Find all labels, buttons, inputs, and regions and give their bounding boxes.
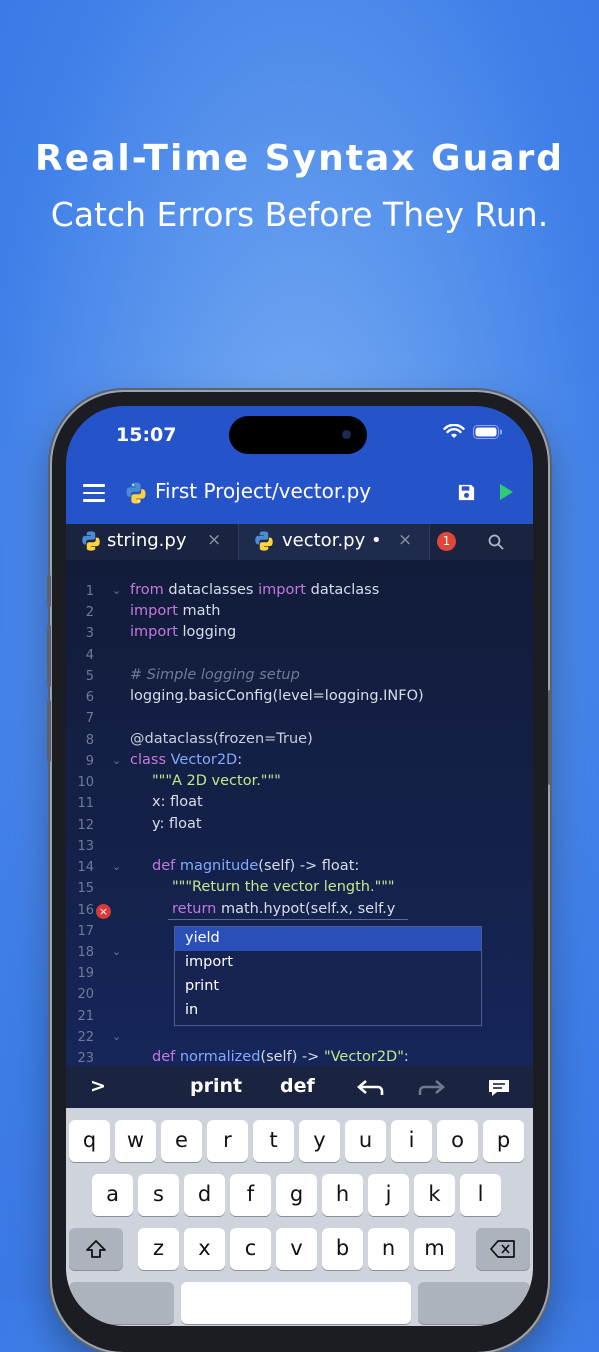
code-line: 3 import logging xyxy=(85,624,237,641)
key-x[interactable]: x xyxy=(184,1228,225,1270)
tab-string-py[interactable]: string.py × xyxy=(66,524,238,560)
dynamic-island xyxy=(229,416,367,454)
code-line: 10 """A 2D vector.""" xyxy=(77,773,281,790)
autocomplete-item[interactable]: yield xyxy=(175,927,481,951)
app-bar: First Project/vector.py xyxy=(66,466,533,524)
key-i[interactable]: i xyxy=(391,1120,432,1162)
key-a[interactable]: a xyxy=(92,1174,133,1216)
key-y[interactable]: y xyxy=(299,1120,340,1162)
phone-power-button xyxy=(548,690,552,785)
tab-vector-py[interactable]: vector.py • × xyxy=(239,524,429,560)
code-line: 6 logging.basicConfig(level=logging.INFO) xyxy=(85,688,424,705)
key-w[interactable]: w xyxy=(115,1120,156,1162)
code-line: 4 xyxy=(85,648,94,663)
python-logo-icon xyxy=(126,482,146,504)
phone-action-button xyxy=(47,575,51,607)
code-line: 2 import math xyxy=(85,603,221,620)
code-line: 15 """Return the vector length.""" xyxy=(77,879,395,896)
code-line: 8 @dataclass(frozen=True) xyxy=(85,731,313,748)
tab-label: string.py xyxy=(107,530,187,551)
undo-icon[interactable] xyxy=(356,1079,386,1097)
autocomplete-item[interactable]: import xyxy=(175,951,481,975)
onscreen-keyboard: q w e r t y u i o p a s d f g h j k l z … xyxy=(66,1108,533,1326)
autocomplete-popup: yield import print in xyxy=(174,926,482,1026)
key-t[interactable]: t xyxy=(253,1120,294,1162)
battery-icon xyxy=(473,425,502,439)
promo-headline: Real-Time Syntax Guard xyxy=(34,138,565,179)
menu-icon[interactable] xyxy=(83,484,105,502)
code-line: 7 xyxy=(85,711,94,726)
tab-close-icon[interactable]: × xyxy=(398,530,412,550)
comment-icon[interactable] xyxy=(487,1078,511,1098)
phone-screen: 15:07 First Project/vector.py string.py … xyxy=(66,406,533,1326)
run-icon[interactable] xyxy=(500,484,513,500)
code-line: 1 ⌄ from dataclasses import dataclass xyxy=(85,582,380,599)
space-key[interactable] xyxy=(181,1282,411,1324)
key-n[interactable]: n xyxy=(368,1228,409,1270)
indent-button[interactable]: > xyxy=(90,1075,106,1097)
key-k[interactable]: k xyxy=(414,1174,455,1216)
key-m[interactable]: m xyxy=(414,1228,455,1270)
key-g[interactable]: g xyxy=(276,1174,317,1216)
key-b[interactable]: b xyxy=(322,1228,363,1270)
insert-print-button[interactable]: print xyxy=(190,1075,242,1097)
python-logo-icon xyxy=(255,531,273,551)
key-v[interactable]: v xyxy=(276,1228,317,1270)
code-line: 5 # Simple logging setup xyxy=(85,667,300,684)
key-u[interactable]: u xyxy=(345,1120,386,1162)
key-z[interactable]: z xyxy=(138,1228,179,1270)
key-l[interactable]: l xyxy=(460,1174,501,1216)
keyboard-accessory-bar: > print def xyxy=(66,1066,533,1108)
error-count-badge[interactable]: 1 xyxy=(437,532,456,551)
search-icon[interactable] xyxy=(487,533,505,551)
redo-icon[interactable] xyxy=(416,1079,446,1097)
wifi-icon xyxy=(443,424,465,438)
autocomplete-item[interactable]: print xyxy=(175,975,481,999)
camera-icon xyxy=(342,430,351,439)
file-path-title: First Project/vector.py xyxy=(155,479,372,503)
autocomplete-item[interactable]: in xyxy=(175,999,481,1023)
code-line: 11 x: float xyxy=(77,794,203,811)
python-logo-icon xyxy=(82,531,100,551)
code-line: 16 × return math.hypot(self.x, self.y xyxy=(77,901,396,919)
key-s[interactable]: s xyxy=(138,1174,179,1216)
shift-icon xyxy=(86,1240,106,1258)
backspace-key[interactable] xyxy=(476,1228,530,1270)
key-r[interactable]: r xyxy=(207,1120,248,1162)
current-line-indicator xyxy=(168,919,408,920)
status-bar: 15:07 xyxy=(66,406,533,466)
phone-volume-up-button xyxy=(47,625,51,687)
code-line: 22 ⌄ xyxy=(77,1030,122,1045)
return-key[interactable] xyxy=(418,1282,530,1324)
file-tabs: string.py × vector.py • × xyxy=(66,524,533,560)
key-c[interactable]: c xyxy=(230,1228,271,1270)
syntax-error-icon[interactable]: × xyxy=(96,904,111,919)
code-editor[interactable]: 1 ⌄ from dataclasses import dataclass 2 imp… xyxy=(66,560,533,1066)
key-o[interactable]: o xyxy=(437,1120,478,1162)
key-e[interactable]: e xyxy=(161,1120,202,1162)
key-h[interactable]: h xyxy=(322,1174,363,1216)
backspace-icon xyxy=(490,1240,515,1258)
tab-close-icon[interactable]: × xyxy=(207,530,221,550)
save-icon[interactable] xyxy=(457,483,476,502)
phone-volume-down-button xyxy=(47,700,51,762)
promo-subline: Catch Errors Before They Run. xyxy=(50,195,549,234)
key-q[interactable]: q xyxy=(69,1120,110,1162)
key-d[interactable]: d xyxy=(184,1174,225,1216)
key-f[interactable]: f xyxy=(230,1174,271,1216)
insert-def-button[interactable]: def xyxy=(280,1075,315,1097)
numbers-key[interactable] xyxy=(69,1282,174,1324)
tab-label: vector.py • xyxy=(282,530,382,551)
shift-key[interactable] xyxy=(69,1228,123,1270)
code-line: 12 y: float xyxy=(77,816,202,833)
key-p[interactable]: p xyxy=(483,1120,524,1162)
code-line: 9 ⌄ class Vector2D: xyxy=(85,752,243,769)
code-line: 23 def normalized(self) -> "Vector2D": xyxy=(77,1049,409,1066)
code-line: 14 ⌄ def magnitude(self) -> float: xyxy=(77,858,360,875)
key-j[interactable]: j xyxy=(368,1174,409,1216)
status-time: 15:07 xyxy=(116,424,177,446)
code-line: 13 xyxy=(77,839,94,854)
